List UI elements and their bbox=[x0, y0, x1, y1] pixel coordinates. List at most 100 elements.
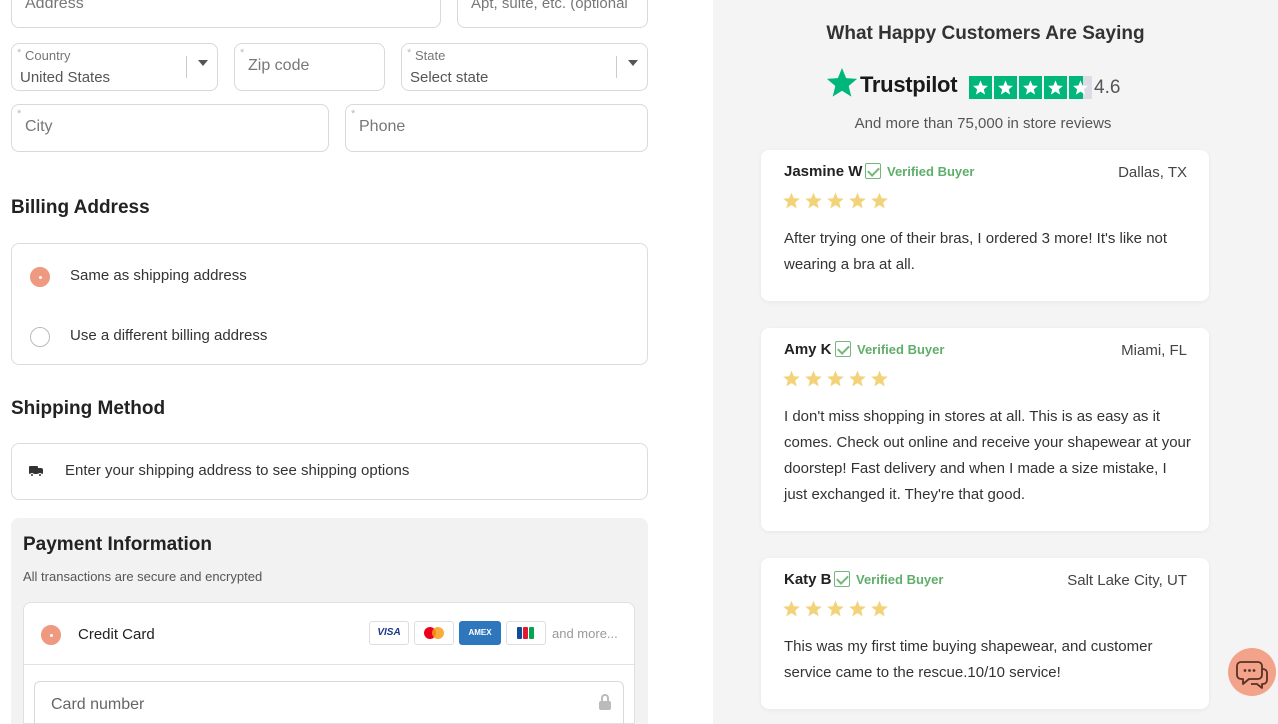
required-mark: * bbox=[240, 47, 245, 59]
verified-check-icon bbox=[865, 163, 881, 179]
reviews-subtitle: And more than 75,000 in store reviews bbox=[854, 115, 1112, 132]
reviewer-location: Miami, FL bbox=[1121, 342, 1187, 359]
mastercard-logo-icon bbox=[414, 621, 454, 645]
card-number-placeholder: Card number bbox=[51, 696, 145, 713]
review-card: Jasmine W Verified Buyer Dallas, TX Afte… bbox=[761, 150, 1209, 301]
star-icon bbox=[805, 370, 822, 387]
credit-card-option: Credit Card VISA AMEX and more... Card n… bbox=[23, 602, 635, 724]
review-stars bbox=[782, 599, 892, 623]
apt-placeholder: Apt, suite, etc. (optional bbox=[471, 0, 628, 12]
trustpilot-wordmark: Trustpilot bbox=[860, 72, 958, 97]
star-icon bbox=[783, 370, 800, 387]
chevron-down-icon[interactable] bbox=[628, 60, 638, 66]
trustpilot-half-star-icon bbox=[1069, 76, 1092, 99]
star-icon bbox=[783, 192, 800, 209]
zip-field[interactable]: * Zip code bbox=[234, 43, 385, 91]
star-icon bbox=[849, 192, 866, 209]
billing-option-different[interactable]: Use a different billing address bbox=[12, 325, 647, 349]
apt-field[interactable]: Apt, suite, etc. (optional bbox=[457, 0, 648, 28]
reviewer-location: Salt Lake City, UT bbox=[1067, 572, 1187, 589]
billing-title: Billing Address bbox=[11, 197, 150, 218]
trustpilot-star-icon bbox=[994, 76, 1017, 99]
star-icon bbox=[871, 600, 888, 617]
required-mark: * bbox=[351, 108, 356, 120]
lock-icon bbox=[599, 694, 611, 710]
chevron-down-icon[interactable] bbox=[198, 60, 208, 66]
reviews-title: What Happy Customers Are Saying bbox=[826, 23, 1145, 44]
star-icon bbox=[827, 370, 844, 387]
phone-field[interactable]: * Phone bbox=[345, 104, 648, 152]
billing-option-label: Use a different billing address bbox=[70, 327, 268, 344]
star-icon bbox=[783, 600, 800, 617]
billing-option-label: Same as shipping address bbox=[70, 267, 247, 284]
trustpilot-rating: Trustpilot 4.6 bbox=[826, 66, 1166, 102]
truck-icon bbox=[29, 466, 43, 477]
billing-option-same[interactable]: Same as shipping address bbox=[12, 265, 647, 289]
payment-section: Payment Information All transactions are… bbox=[11, 518, 648, 724]
required-mark: * bbox=[17, 47, 22, 59]
verified-label: Verified Buyer bbox=[857, 342, 945, 357]
card-number-field[interactable]: Card number bbox=[34, 681, 624, 724]
address-placeholder: Address bbox=[25, 0, 84, 12]
review-card: Amy K Verified Buyer Miami, FL I don't m… bbox=[761, 328, 1209, 531]
radio-unselected[interactable] bbox=[30, 327, 50, 347]
select-divider bbox=[616, 56, 617, 78]
shipping-method-title: Shipping Method bbox=[11, 398, 166, 419]
billing-options: Same as shipping address Use a different… bbox=[11, 243, 648, 365]
shipping-method-box: Enter your shipping address to see shipp… bbox=[11, 443, 648, 500]
verified-check-icon bbox=[835, 341, 851, 357]
review-stars bbox=[782, 191, 892, 215]
country-label: Country bbox=[25, 48, 71, 63]
trustpilot-score: 4.6 bbox=[1094, 77, 1121, 98]
state-select[interactable]: * State Select state bbox=[401, 43, 648, 91]
review-text: I don't miss shopping in stores at all. … bbox=[784, 408, 1191, 503]
star-icon bbox=[805, 600, 822, 617]
payment-subtitle: All transactions are secure and encrypte… bbox=[23, 569, 263, 584]
trustpilot-star-icon bbox=[1044, 76, 1067, 99]
jcb-logo-icon bbox=[506, 621, 546, 645]
credit-card-row[interactable]: Credit Card VISA AMEX and more... bbox=[24, 603, 634, 665]
reviews-panel: What Happy Customers Are Saying Trustpil… bbox=[713, 0, 1278, 724]
reviewer-name: Amy K bbox=[784, 341, 832, 358]
shipping-method-message: Enter your shipping address to see shipp… bbox=[65, 462, 410, 479]
star-icon bbox=[827, 192, 844, 209]
star-icon bbox=[805, 192, 822, 209]
verified-label: Verified Buyer bbox=[856, 572, 944, 587]
reviewer-name: Jasmine W bbox=[784, 163, 863, 180]
review-card: Katy B Verified Buyer Salt Lake City, UT… bbox=[761, 558, 1209, 709]
radio-selected[interactable] bbox=[30, 267, 50, 287]
visa-logo-icon: VISA bbox=[369, 621, 409, 645]
phone-placeholder: Phone bbox=[359, 118, 406, 135]
verified-check-icon bbox=[834, 571, 850, 587]
country-value: United States bbox=[20, 69, 111, 86]
review-text: This was my first time buying shapewear,… bbox=[784, 638, 1153, 681]
city-placeholder: City bbox=[25, 118, 53, 135]
review-stars bbox=[782, 369, 892, 393]
trustpilot-star-icon bbox=[826, 68, 858, 97]
reviewer-location: Dallas, TX bbox=[1118, 164, 1187, 181]
credit-card-label: Credit Card bbox=[78, 626, 155, 643]
more-cards-label: and more... bbox=[552, 626, 618, 641]
verified-label: Verified Buyer bbox=[887, 164, 975, 179]
state-label: State bbox=[415, 48, 446, 63]
city-field[interactable]: * City bbox=[11, 104, 329, 152]
radio-selected[interactable] bbox=[41, 625, 61, 645]
address-field[interactable]: Address bbox=[11, 0, 441, 28]
amex-logo-icon: AMEX bbox=[459, 621, 501, 645]
reviewer-name: Katy B bbox=[784, 571, 832, 588]
chat-bubble-icon bbox=[1236, 661, 1268, 689]
required-mark: * bbox=[17, 108, 22, 120]
payment-title: Payment Information bbox=[23, 534, 212, 555]
chat-button[interactable] bbox=[1228, 648, 1276, 696]
star-icon bbox=[871, 192, 888, 209]
state-value: Select state bbox=[410, 69, 489, 86]
star-icon bbox=[871, 370, 888, 387]
star-icon bbox=[849, 370, 866, 387]
zip-placeholder: Zip code bbox=[248, 57, 310, 74]
star-icon bbox=[827, 600, 844, 617]
star-icon bbox=[849, 600, 866, 617]
country-select[interactable]: * Country United States bbox=[11, 43, 218, 91]
trustpilot-star-icon bbox=[969, 76, 992, 99]
required-mark: * bbox=[407, 47, 412, 59]
select-divider bbox=[186, 56, 187, 78]
